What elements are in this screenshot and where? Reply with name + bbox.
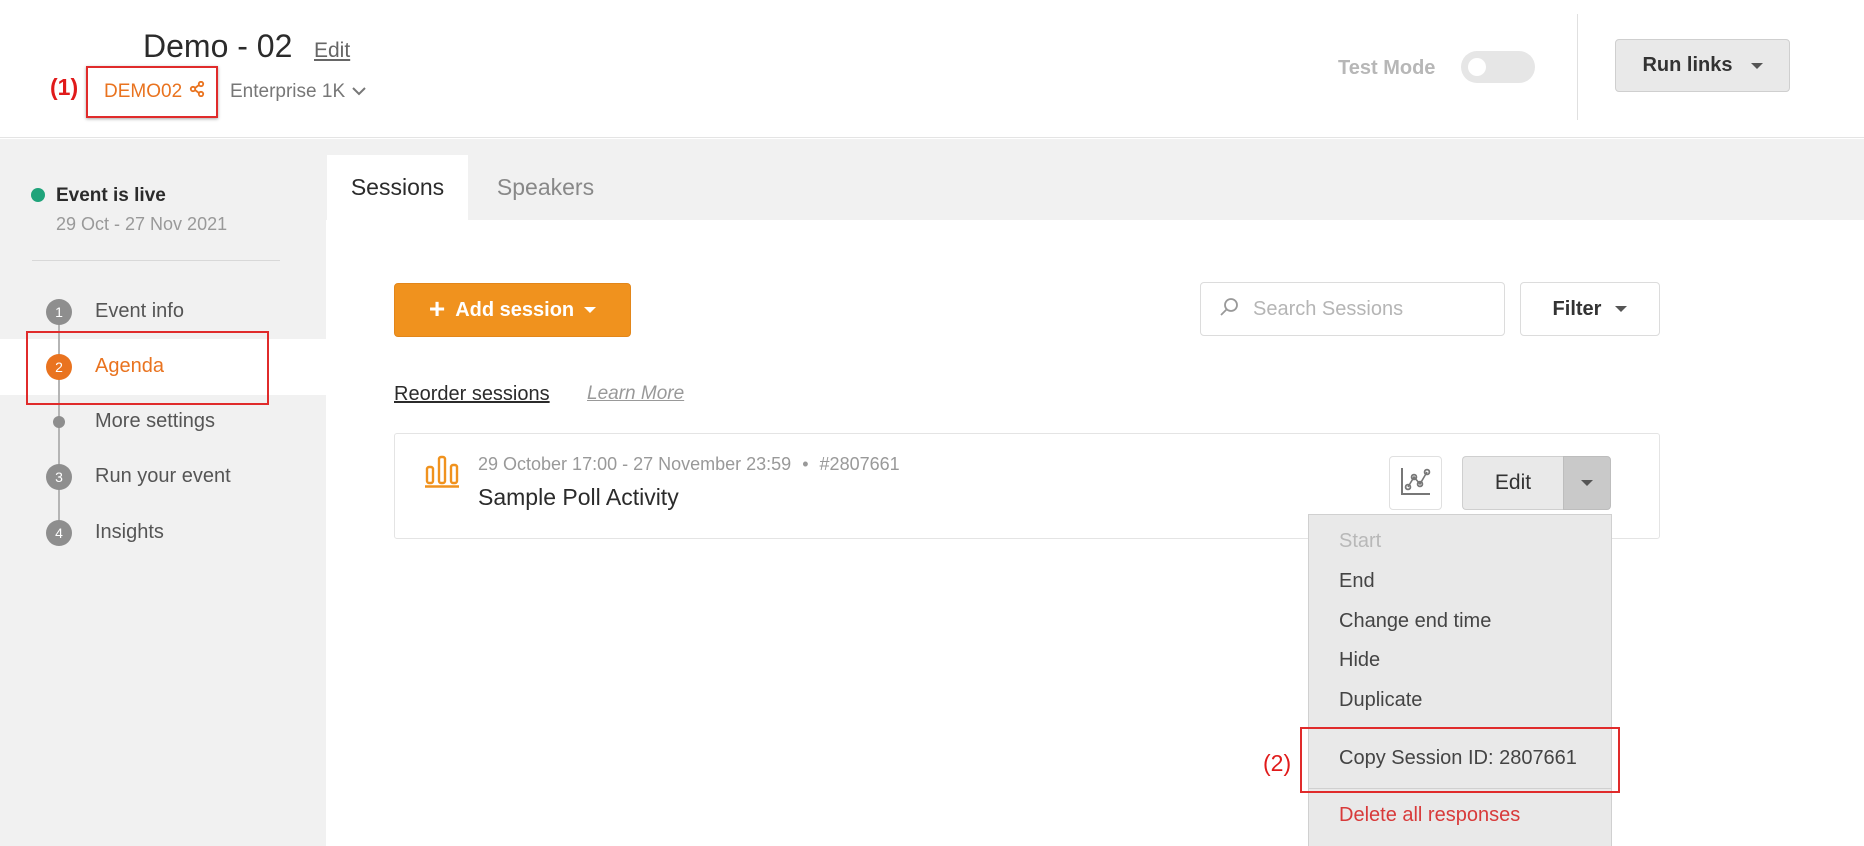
menu-item-delete-all-responses[interactable]: Delete all responses bbox=[1339, 804, 1520, 827]
annotation-label-1: (1) bbox=[50, 74, 79, 100]
plus-icon: + bbox=[428, 292, 446, 324]
session-analytics-button[interactable] bbox=[1389, 456, 1442, 510]
share-icon bbox=[189, 80, 205, 103]
menu-item-start: Start bbox=[1339, 530, 1382, 552]
plan-selector[interactable]: Enterprise 1K bbox=[230, 81, 367, 103]
menu-item-hide[interactable]: Hide bbox=[1339, 649, 1380, 672]
tab-sessions[interactable]: Sessions bbox=[327, 155, 468, 220]
annotation-label-2: (2) bbox=[1263, 750, 1292, 776]
event-code-share-link[interactable]: DEMO02 bbox=[104, 80, 205, 103]
menu-item-end[interactable]: End bbox=[1339, 570, 1375, 593]
sidebar-item-label: Run your event bbox=[95, 465, 231, 487]
step-number: 4 bbox=[46, 520, 72, 546]
analytics-chart-icon bbox=[1400, 467, 1431, 500]
session-options-toggle[interactable] bbox=[1563, 456, 1611, 510]
copy-session-id-highlight-box bbox=[1300, 727, 1620, 793]
session-id: #2807661 bbox=[819, 454, 900, 474]
event-dates: 29 Oct - 27 Nov 2021 bbox=[56, 214, 228, 234]
session-options-menu bbox=[1308, 514, 1612, 846]
run-links-label: Run links bbox=[1642, 54, 1733, 76]
test-mode-toggle[interactable] bbox=[1461, 51, 1535, 83]
sidebar-item-label: More settings bbox=[95, 410, 216, 432]
caret-down-icon bbox=[584, 307, 597, 313]
caret-down-icon bbox=[1581, 480, 1593, 486]
event-code-text: DEMO02 bbox=[104, 81, 183, 102]
sidebar-item-label: Insights bbox=[95, 521, 164, 543]
sidebar-item-insights[interactable]: 4 Insights bbox=[46, 520, 286, 548]
sidebar-item-run-your-event[interactable]: 3 Run your event bbox=[46, 464, 286, 492]
step-dot bbox=[53, 416, 65, 428]
sidebar-item-label: Event info bbox=[95, 300, 184, 322]
poll-bars-icon bbox=[425, 454, 459, 493]
learn-more-link[interactable]: Learn More bbox=[587, 383, 684, 405]
plan-label: Enterprise 1K bbox=[230, 81, 346, 102]
search-sessions-input[interactable] bbox=[1251, 296, 1491, 322]
event-title: Demo - 02 bbox=[143, 28, 293, 64]
filter-label: Filter bbox=[1552, 297, 1602, 320]
sidebar-item-event-info[interactable]: 1 Event info bbox=[46, 299, 286, 327]
step-number: 3 bbox=[46, 464, 72, 490]
search-icon bbox=[1219, 297, 1239, 322]
add-session-button[interactable]: + Add session bbox=[394, 283, 631, 337]
test-mode-label: Test Mode bbox=[1338, 57, 1436, 79]
live-status-dot bbox=[31, 188, 45, 202]
filter-button[interactable]: Filter bbox=[1520, 282, 1660, 336]
session-title[interactable]: Sample Poll Activity bbox=[478, 484, 679, 511]
sidebar-item-more-settings[interactable]: More settings bbox=[46, 409, 286, 437]
caret-down-icon bbox=[1615, 306, 1628, 312]
edit-session-button[interactable]: Edit bbox=[1462, 456, 1563, 510]
step-number: 1 bbox=[46, 299, 72, 325]
edit-event-title-link[interactable]: Edit bbox=[314, 39, 350, 63]
reorder-sessions-link[interactable]: Reorder sessions bbox=[394, 383, 550, 406]
meta-separator: • bbox=[802, 454, 809, 474]
event-status: Event is live bbox=[56, 185, 166, 206]
sidebar bbox=[0, 139, 326, 846]
header bbox=[0, 0, 1864, 138]
sidebar-divider bbox=[32, 260, 280, 261]
tab-speakers[interactable]: Speakers bbox=[478, 155, 613, 220]
agenda-highlight-box bbox=[26, 331, 269, 405]
run-links-button[interactable]: Run links bbox=[1615, 39, 1790, 92]
caret-down-icon bbox=[1750, 62, 1763, 69]
toggle-knob bbox=[1468, 58, 1486, 76]
header-divider bbox=[1577, 14, 1578, 120]
session-dates: 29 October 17:00 - 27 November 23:59 bbox=[478, 454, 792, 474]
menu-item-change-end-time[interactable]: Change end time bbox=[1339, 610, 1491, 633]
menu-item-duplicate[interactable]: Duplicate bbox=[1339, 689, 1422, 712]
chevron-down-icon bbox=[351, 81, 367, 103]
session-meta: 29 October 17:00 - 27 November 23:59 • #… bbox=[478, 454, 900, 475]
add-session-label: Add session bbox=[455, 298, 575, 321]
search-box bbox=[1200, 282, 1505, 336]
